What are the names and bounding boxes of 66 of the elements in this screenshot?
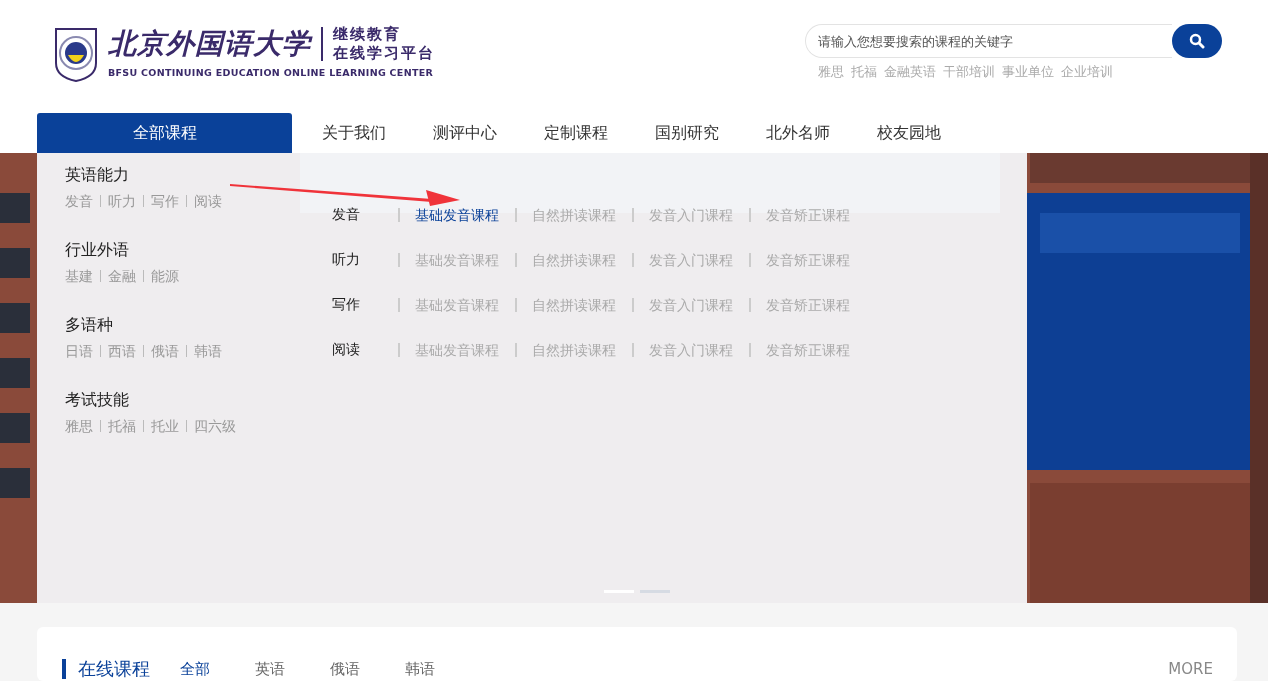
more-link[interactable]: MORE (1168, 659, 1213, 679)
emblem-icon (52, 25, 100, 83)
course-link[interactable]: 发音矫正课程 (749, 343, 866, 357)
search-field[interactable]: 请输入您想要搜索的课程的关键字 (805, 24, 1172, 58)
course-link[interactable]: 基础发音课程 (398, 208, 515, 222)
category-title: 考试技能 (65, 390, 130, 411)
category-link[interactable]: 金融 (100, 270, 143, 282)
course-link[interactable]: 发音入门课程 (632, 343, 749, 357)
course-filter-tab[interactable]: 俄语 (330, 659, 360, 679)
course-link[interactable]: 基础发音课程 (398, 253, 515, 267)
hot-keyword-link[interactable]: 事业单位 (1002, 64, 1054, 81)
category-link[interactable]: 四六级 (186, 420, 243, 432)
nav-tab[interactable]: 全部课程 (37, 113, 292, 153)
nav-tab[interactable]: 北外名师 (742, 113, 853, 153)
logo-subtitle: 在线学习平台 (333, 44, 435, 63)
subcategory-label: 阅读 (332, 341, 361, 359)
nav-tab[interactable]: 测评中心 (409, 113, 520, 153)
section-title: 在线课程 (62, 659, 150, 679)
course-link[interactable]: 发音矫正课程 (749, 298, 866, 312)
course-link[interactable]: 发音矫正课程 (749, 208, 866, 222)
course-link[interactable]: 发音入门课程 (632, 298, 749, 312)
logo-name: 北京外国语大学 (108, 26, 311, 62)
category-link[interactable]: 雅思 (65, 420, 100, 432)
course-filter-tab[interactable]: 英语 (255, 659, 285, 679)
search-button[interactable] (1172, 24, 1222, 58)
category-link[interactable]: 听力 (100, 195, 143, 207)
hot-keyword-link[interactable]: 雅思 (818, 64, 844, 81)
hot-keyword-link[interactable]: 金融英语 (884, 64, 936, 81)
category-title: 多语种 (65, 315, 114, 336)
nav-tab[interactable]: 定制课程 (520, 113, 631, 153)
course-link[interactable]: 自然拼读课程 (515, 298, 632, 312)
category-link[interactable]: 托业 (143, 420, 186, 432)
category-link[interactable]: 托福 (100, 420, 143, 432)
hot-keyword-link[interactable]: 托福 (851, 64, 877, 81)
category-link[interactable]: 写作 (143, 195, 186, 207)
category-link[interactable]: 能源 (143, 270, 186, 282)
hot-keyword-link[interactable]: 干部培训 (943, 64, 995, 81)
course-link[interactable]: 自然拼读课程 (515, 208, 632, 222)
category-link[interactable]: 韩语 (186, 345, 229, 357)
course-link[interactable]: 发音矫正课程 (749, 253, 866, 267)
category-link[interactable]: 基建 (65, 270, 100, 282)
hot-keyword-link[interactable]: 企业培训 (1061, 64, 1113, 81)
course-link[interactable]: 自然拼读课程 (515, 253, 632, 267)
category-link[interactable]: 发音 (65, 195, 100, 207)
category-title: 行业外语 (65, 240, 130, 261)
course-filter-tab[interactable]: 全部 (180, 659, 210, 679)
course-link[interactable]: 自然拼读课程 (515, 343, 632, 357)
subcategory-label: 发音 (332, 206, 361, 224)
category-link[interactable]: 俄语 (143, 345, 186, 357)
nav-tab[interactable]: 关于我们 (298, 113, 409, 153)
category-link[interactable]: 日语 (65, 345, 100, 357)
nav-tab[interactable]: 国别研究 (631, 113, 742, 153)
category-title: 英语能力 (65, 165, 130, 186)
category-link[interactable]: 阅读 (186, 195, 229, 207)
subcategory-label: 听力 (332, 251, 361, 269)
logo-subtitle: 继续教育 (333, 25, 402, 44)
subcategory-label: 写作 (332, 296, 361, 314)
course-link[interactable]: 发音入门课程 (632, 208, 749, 222)
search-icon (1189, 33, 1205, 49)
course-link[interactable]: 发音入门课程 (632, 253, 749, 267)
course-filter-tab[interactable]: 韩语 (405, 659, 435, 679)
course-link[interactable]: 基础发音课程 (398, 298, 515, 312)
logo-english-name: BFSU CONTINUING EDUCATION ONLINE LEARNING CENTER (108, 67, 435, 78)
category-link[interactable]: 西语 (100, 345, 143, 357)
nav-tab[interactable]: 校友园地 (853, 113, 964, 153)
course-link[interactable]: 基础发音课程 (398, 343, 515, 357)
